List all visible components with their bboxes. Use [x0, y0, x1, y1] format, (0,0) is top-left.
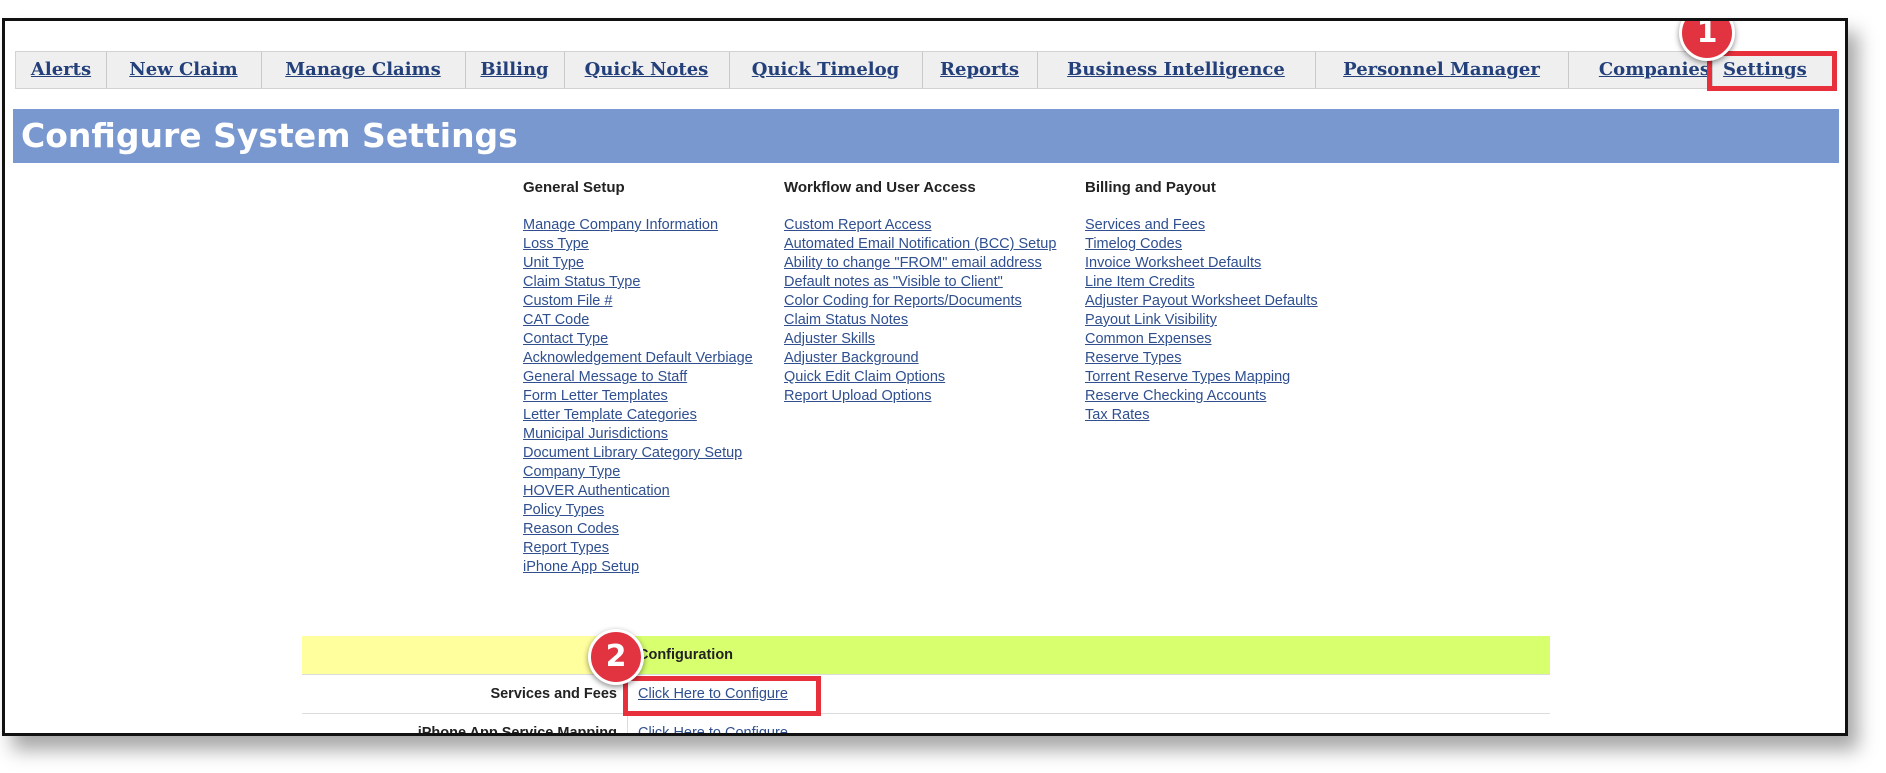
- config-table: Se Configuration Services and Fees Click…: [302, 636, 1550, 733]
- link-invoice-worksheet-defaults[interactable]: Invoice Worksheet Defaults: [1085, 254, 1318, 273]
- nav-personnel-manager[interactable]: Personnel Manager: [1315, 52, 1569, 88]
- nav-business-intelligence[interactable]: Business Intelligence: [1037, 52, 1316, 88]
- nav-billing-link[interactable]: Billing: [480, 59, 548, 80]
- nav-quick-notes-link[interactable]: Quick Notes: [585, 59, 709, 80]
- link-change-from-email[interactable]: Ability to change "FROM" email address: [784, 254, 1056, 273]
- workflow-user-access-column: Workflow and User Access Custom Report A…: [784, 179, 1056, 406]
- link-contact-type[interactable]: Contact Type: [523, 330, 753, 349]
- link-services-and-fees[interactable]: Services and Fees: [1085, 216, 1318, 235]
- general-setup-column: General Setup Manage Company Information…: [523, 179, 753, 577]
- general-setup-heading: General Setup: [523, 179, 625, 196]
- link-adjuster-background[interactable]: Adjuster Background: [784, 349, 1056, 368]
- app-window: Alerts New Claim Manage Claims Billing Q…: [2, 18, 1848, 736]
- link-custom-report-access[interactable]: Custom Report Access: [784, 216, 1056, 235]
- link-claim-status-notes[interactable]: Claim Status Notes: [784, 311, 1056, 330]
- page-title: Configure System Settings: [21, 116, 518, 155]
- nav-quick-notes[interactable]: Quick Notes: [564, 52, 730, 88]
- link-automated-email-notification[interactable]: Automated Email Notification (BCC) Setup: [784, 235, 1056, 254]
- nav-alerts-link[interactable]: Alerts: [31, 59, 91, 80]
- link-quick-edit-claim-options[interactable]: Quick Edit Claim Options: [784, 368, 1056, 387]
- callout-badge-2: 2: [588, 629, 644, 685]
- link-general-message-to-staff[interactable]: General Message to Staff: [523, 368, 753, 387]
- link-company-type[interactable]: Company Type: [523, 463, 753, 482]
- link-manage-company-information[interactable]: Manage Company Information: [523, 216, 753, 235]
- nav-reports-link[interactable]: Reports: [940, 59, 1019, 80]
- nav-reports[interactable]: Reports: [922, 52, 1038, 88]
- link-cat-code[interactable]: CAT Code: [523, 311, 753, 330]
- nav-billing[interactable]: Billing: [465, 52, 565, 88]
- nav-companies[interactable]: Companies: [1568, 52, 1713, 88]
- nav-new-claim-link[interactable]: New Claim: [129, 59, 237, 80]
- nav-companies-link[interactable]: Companies: [1599, 59, 1710, 80]
- link-document-library-category-setup[interactable]: Document Library Category Setup: [523, 444, 753, 463]
- link-letter-template-categories[interactable]: Letter Template Categories: [523, 406, 753, 425]
- link-adjuster-payout-worksheet-defaults[interactable]: Adjuster Payout Worksheet Defaults: [1085, 292, 1318, 311]
- link-unit-type[interactable]: Unit Type: [523, 254, 753, 273]
- link-report-types[interactable]: Report Types: [523, 539, 753, 558]
- config-header-right: Configuration: [628, 636, 1550, 674]
- link-claim-status-type[interactable]: Claim Status Type: [523, 273, 753, 292]
- link-default-notes-visible[interactable]: Default notes as "Visible to Client": [784, 273, 1056, 292]
- nav-new-claim[interactable]: New Claim: [106, 52, 262, 88]
- billing-payout-column: Billing and Payout Services and Fees Tim…: [1085, 179, 1318, 425]
- callout-configure-highlight: [623, 676, 821, 716]
- link-hover-authentication[interactable]: HOVER Authentication: [523, 482, 753, 501]
- link-tax-rates[interactable]: Tax Rates: [1085, 406, 1318, 425]
- link-common-expenses[interactable]: Common Expenses: [1085, 330, 1318, 349]
- link-acknowledgement-default-verbiage[interactable]: Acknowledgement Default Verbiage: [523, 349, 753, 368]
- nav-manage-claims[interactable]: Manage Claims: [261, 52, 466, 88]
- link-adjuster-skills[interactable]: Adjuster Skills: [784, 330, 1056, 349]
- nav-personnel-manager-link[interactable]: Personnel Manager: [1343, 59, 1540, 80]
- config-row-label: iPhone App Service Mapping: [302, 714, 628, 733]
- config-table-header: Se Configuration: [302, 636, 1550, 675]
- link-report-upload-options[interactable]: Report Upload Options: [784, 387, 1056, 406]
- link-reason-codes[interactable]: Reason Codes: [523, 520, 753, 539]
- page-title-banner: Configure System Settings: [13, 109, 1839, 163]
- link-custom-file-number[interactable]: Custom File #: [523, 292, 753, 311]
- nav-business-intelligence-link[interactable]: Business Intelligence: [1067, 59, 1285, 80]
- link-color-coding[interactable]: Color Coding for Reports/Documents: [784, 292, 1056, 311]
- config-row-value: Click Here to Configure: [628, 714, 1550, 733]
- config-header-left: Se: [302, 636, 628, 674]
- table-row: iPhone App Service Mapping Click Here to…: [302, 714, 1550, 733]
- link-form-letter-templates[interactable]: Form Letter Templates: [523, 387, 753, 406]
- billing-payout-heading: Billing and Payout: [1085, 179, 1216, 196]
- configure-iphone-app-mapping-link[interactable]: Click Here to Configure: [638, 725, 788, 733]
- nav-alerts[interactable]: Alerts: [16, 52, 107, 88]
- link-reserve-checking-accounts[interactable]: Reserve Checking Accounts: [1085, 387, 1318, 406]
- workflow-user-access-heading: Workflow and User Access: [784, 179, 976, 196]
- link-torrent-reserve-types-mapping[interactable]: Torrent Reserve Types Mapping: [1085, 368, 1318, 387]
- link-reserve-types[interactable]: Reserve Types: [1085, 349, 1318, 368]
- link-policy-types[interactable]: Policy Types: [523, 501, 753, 520]
- callout-settings-highlight: [1707, 51, 1837, 91]
- config-row-label: Services and Fees: [302, 675, 628, 713]
- table-row: Services and Fees Click Here to Configur…: [302, 675, 1550, 714]
- link-iphone-app-setup[interactable]: iPhone App Setup: [523, 558, 753, 577]
- link-loss-type[interactable]: Loss Type: [523, 235, 753, 254]
- nav-quick-timelog-link[interactable]: Quick Timelog: [752, 59, 899, 80]
- link-line-item-credits[interactable]: Line Item Credits: [1085, 273, 1318, 292]
- link-municipal-jurisdictions[interactable]: Municipal Jurisdictions: [523, 425, 753, 444]
- top-nav: Alerts New Claim Manage Claims Billing Q…: [15, 51, 1837, 89]
- link-payout-link-visibility[interactable]: Payout Link Visibility: [1085, 311, 1318, 330]
- nav-quick-timelog[interactable]: Quick Timelog: [729, 52, 923, 88]
- link-timelog-codes[interactable]: Timelog Codes: [1085, 235, 1318, 254]
- nav-manage-claims-link[interactable]: Manage Claims: [285, 59, 441, 80]
